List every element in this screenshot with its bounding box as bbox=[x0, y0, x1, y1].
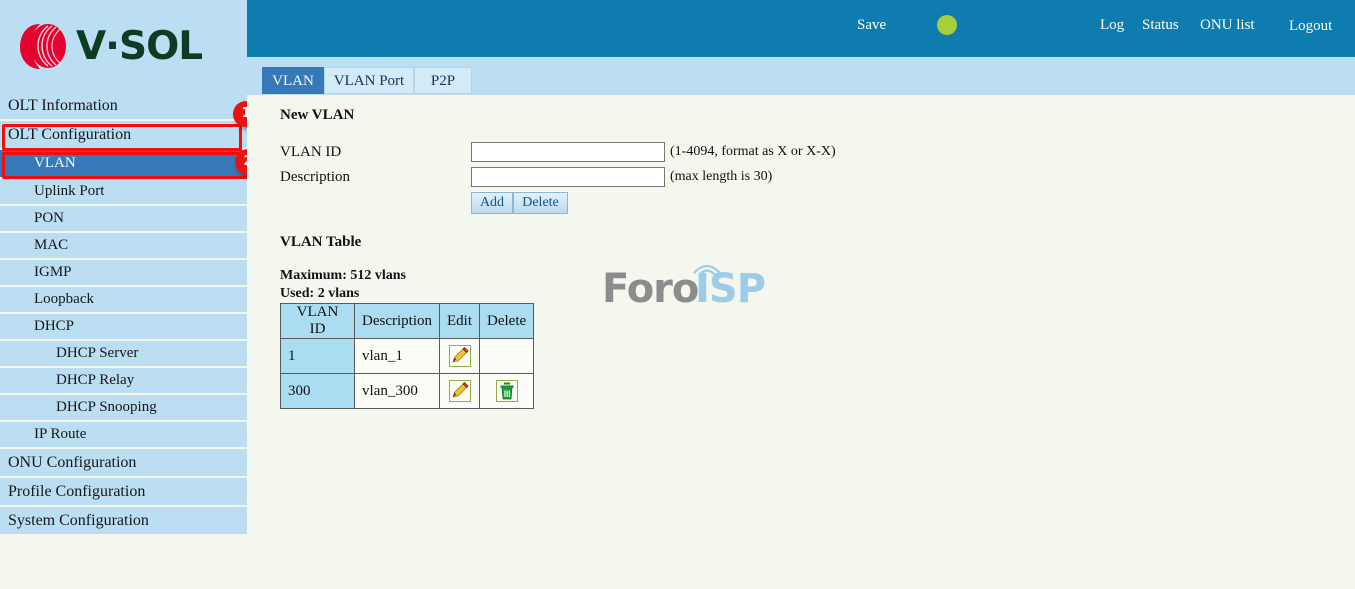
column-header-description: Description bbox=[354, 303, 440, 339]
table-row: 300 vlan_300 bbox=[280, 373, 535, 409]
description-label: Description bbox=[280, 169, 350, 185]
sidebar-item-ip-route[interactable]: IP Route bbox=[0, 422, 247, 447]
column-header-vlan-id: VLAN ID bbox=[280, 303, 355, 339]
maximum-vlans-text: Maximum: 512 vlans bbox=[280, 268, 406, 283]
sidebar-item-olt-information[interactable]: OLT Information bbox=[0, 92, 247, 119]
column-header-delete: Delete bbox=[478, 303, 535, 339]
vsol-sphere-logo bbox=[18, 20, 68, 72]
description-input[interactable] bbox=[471, 167, 665, 187]
sidebar-item-mac[interactable]: MAC bbox=[0, 233, 247, 258]
sidebar-item-loopback[interactable]: Loopback bbox=[0, 287, 247, 312]
brand-name: V·SOL bbox=[76, 23, 203, 69]
cell-delete bbox=[478, 338, 535, 374]
sidebar-item-dhcp-snooping[interactable]: DHCP Snooping bbox=[0, 395, 247, 420]
watermark-isp: ISP bbox=[695, 266, 766, 312]
tab-strip: VLAN VLAN Port P2P bbox=[247, 57, 1355, 95]
foroisp-watermark: Foro ISP bbox=[602, 255, 766, 312]
cell-vlan-id: 1 bbox=[280, 338, 355, 374]
pencil-edit-icon[interactable] bbox=[448, 345, 471, 367]
vlan-id-hint: (1-4094, format as X or X-X) bbox=[670, 144, 836, 159]
top-header-bar: Save Log Status ONU list Logout bbox=[247, 0, 1355, 57]
onu-list-link[interactable]: ONU list bbox=[1200, 17, 1255, 34]
table-header-row: VLAN ID Description Edit Delete bbox=[280, 303, 535, 339]
cell-description: vlan_1 bbox=[354, 338, 440, 374]
watermark-foro: Foro bbox=[602, 266, 699, 312]
logo-pane: V·SOL bbox=[0, 0, 247, 92]
trash-delete-icon[interactable] bbox=[495, 380, 518, 402]
vlan-table: VLAN ID Description Edit Delete 1 vlan_1 bbox=[280, 303, 535, 409]
sidebar-nav: OLT Information OLT Configuration VLAN U… bbox=[0, 92, 247, 536]
sidebar-item-dhcp-relay[interactable]: DHCP Relay bbox=[0, 368, 247, 393]
sidebar-item-dhcp[interactable]: DHCP bbox=[0, 314, 247, 339]
table-row: 1 vlan_1 bbox=[280, 338, 535, 374]
pencil-edit-icon[interactable] bbox=[448, 380, 471, 402]
tab-vlan[interactable]: VLAN bbox=[262, 67, 324, 94]
cell-description: vlan_300 bbox=[354, 373, 440, 409]
logout-link[interactable]: Logout bbox=[1289, 18, 1332, 35]
vlan-id-input[interactable] bbox=[471, 142, 665, 162]
main-content: New VLAN VLAN ID (1-4094, format as X or… bbox=[247, 95, 1355, 589]
add-button[interactable]: Add bbox=[471, 192, 513, 214]
log-link[interactable]: Log bbox=[1100, 17, 1124, 34]
tab-vlan-port[interactable]: VLAN Port bbox=[324, 67, 414, 94]
sidebar-item-olt-configuration[interactable]: OLT Configuration bbox=[0, 121, 247, 148]
sidebar-item-uplink-port[interactable]: Uplink Port bbox=[0, 179, 247, 204]
save-link[interactable]: Save bbox=[857, 17, 886, 34]
sidebar-item-system-configuration[interactable]: System Configuration bbox=[0, 507, 247, 534]
sidebar-item-dhcp-server[interactable]: DHCP Server bbox=[0, 341, 247, 366]
tab-p2p[interactable]: P2P bbox=[414, 67, 472, 94]
used-vlans-text: Used: 2 vlans bbox=[280, 286, 360, 301]
new-vlan-title: New VLAN bbox=[280, 107, 355, 123]
sidebar-item-igmp[interactable]: IGMP bbox=[0, 260, 247, 285]
sidebar-item-onu-configuration[interactable]: ONU Configuration bbox=[0, 449, 247, 476]
status-link[interactable]: Status bbox=[1142, 17, 1179, 34]
cell-vlan-id: 300 bbox=[280, 373, 355, 409]
sidebar-item-pon[interactable]: PON bbox=[0, 206, 247, 231]
vlan-id-label: VLAN ID bbox=[280, 144, 342, 160]
cell-delete bbox=[478, 373, 535, 409]
brand-logo: V·SOL bbox=[18, 20, 203, 72]
sidebar-item-vlan[interactable]: VLAN bbox=[0, 150, 247, 177]
cell-edit bbox=[439, 338, 480, 374]
description-hint: (max length is 30) bbox=[670, 169, 773, 184]
sidebar-item-profile-configuration[interactable]: Profile Configuration bbox=[0, 478, 247, 505]
vlan-table-title: VLAN Table bbox=[280, 234, 362, 250]
delete-button[interactable]: Delete bbox=[513, 192, 568, 214]
column-header-edit: Edit bbox=[439, 303, 480, 339]
green-status-dot bbox=[937, 15, 957, 35]
cell-edit bbox=[439, 373, 480, 409]
